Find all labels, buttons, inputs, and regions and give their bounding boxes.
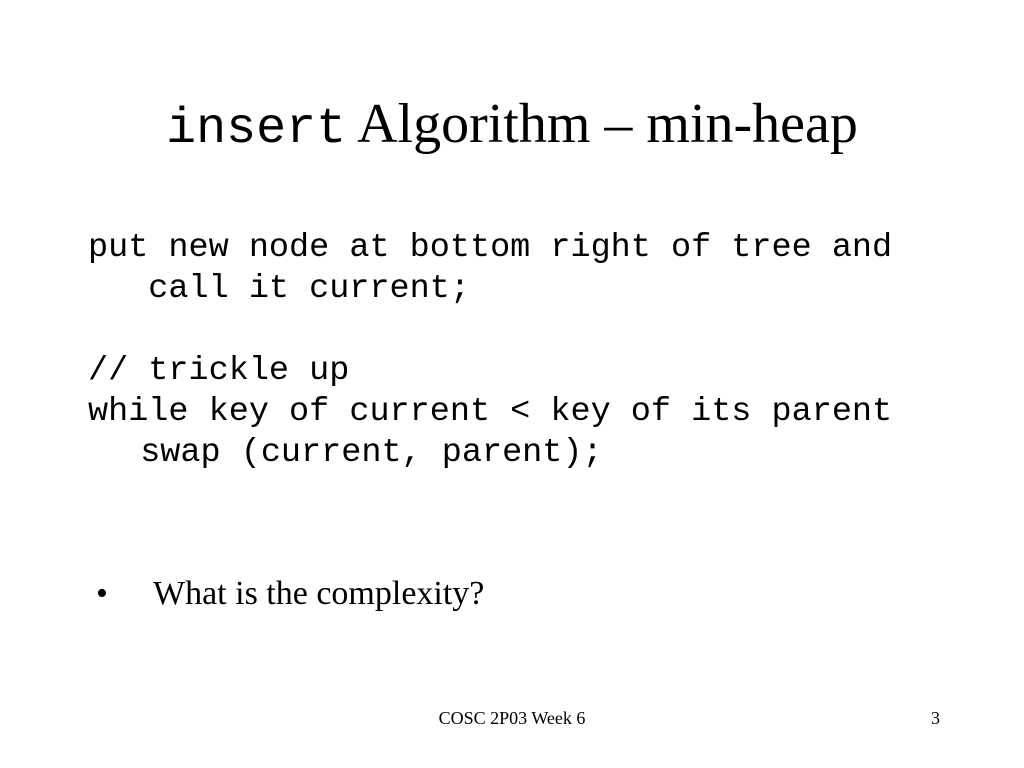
title-text: Algorithm – min-heap <box>346 93 858 155</box>
footer-course-label: COSC 2P03 Week 6 <box>438 708 586 728</box>
code-line: while key of current < key of its parent <box>88 393 893 431</box>
code-comment-line: // trickle up <box>88 352 350 390</box>
title-code-keyword: insert <box>166 101 347 158</box>
code-line: call it current; <box>88 270 470 308</box>
code-line: put new node at bottom right of tree and <box>88 229 893 267</box>
code-line: swap (current, parent); <box>100 434 603 472</box>
bullet-dot-icon: • <box>96 575 108 612</box>
slide: insert Algorithm – min-heap put new node… <box>0 0 1024 768</box>
footer-page-number: 3 <box>931 708 940 728</box>
slide-title: insert Algorithm – min-heap <box>0 96 1024 155</box>
bullet-text: What is the complexity? <box>153 575 485 612</box>
